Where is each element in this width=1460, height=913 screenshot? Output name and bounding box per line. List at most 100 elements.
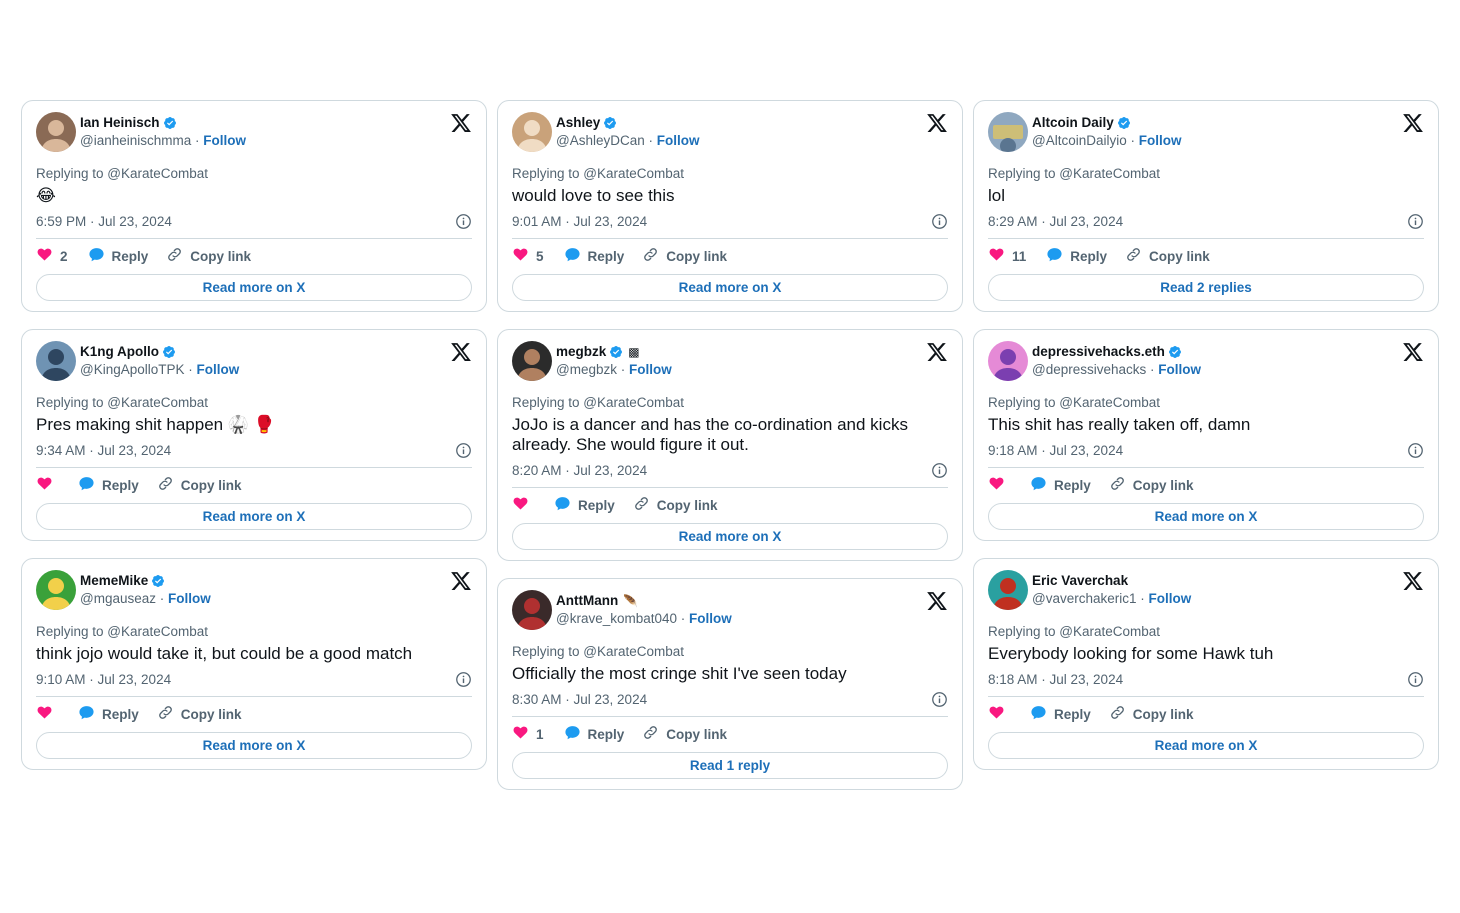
author-handle[interactable]: @KingApolloTPK: [80, 362, 185, 377]
author-handle[interactable]: @ianheinischmma: [80, 133, 191, 148]
replying-to[interactable]: Replying to @KarateCombat: [512, 166, 948, 182]
reply-button[interactable]: Reply: [564, 246, 624, 266]
author-handle[interactable]: @AltcoinDailyio: [1032, 133, 1127, 148]
replying-to[interactable]: Replying to @KarateCombat: [36, 166, 472, 182]
copy-link-button[interactable]: Copy link: [157, 475, 242, 495]
info-icon[interactable]: [931, 691, 948, 708]
info-icon[interactable]: [931, 462, 948, 479]
replying-to[interactable]: Replying to @KarateCombat: [512, 395, 948, 411]
reply-button[interactable]: Reply: [1030, 475, 1091, 495]
info-icon[interactable]: [455, 213, 472, 230]
x-logo-icon[interactable]: [1402, 112, 1424, 134]
copy-link-button[interactable]: Copy link: [157, 704, 242, 724]
avatar[interactable]: [36, 341, 76, 381]
avatar[interactable]: [988, 112, 1028, 152]
read-more-button[interactable]: Read more on X: [36, 503, 472, 530]
replying-to[interactable]: Replying to @KarateCombat: [988, 624, 1424, 640]
info-icon[interactable]: [1407, 213, 1424, 230]
author-handle[interactable]: @mgauseaz: [80, 591, 156, 606]
like-button[interactable]: [988, 475, 1012, 495]
author-name[interactable]: Ashley: [556, 114, 600, 132]
copy-link-button[interactable]: Copy link: [1109, 704, 1194, 724]
author-handle[interactable]: @vaverchakeric1: [1032, 591, 1137, 606]
follow-button[interactable]: Follow: [197, 362, 240, 377]
tweet-timestamp[interactable]: 8:20 AM · Jul 23, 2024: [512, 463, 647, 478]
x-logo-icon[interactable]: [926, 112, 948, 134]
x-logo-icon[interactable]: [450, 112, 472, 134]
like-button[interactable]: [36, 704, 60, 724]
info-icon[interactable]: [931, 213, 948, 230]
like-button[interactable]: [988, 704, 1012, 724]
tweet-timestamp[interactable]: 9:01 AM · Jul 23, 2024: [512, 214, 647, 229]
avatar[interactable]: [988, 341, 1028, 381]
follow-button[interactable]: Follow: [629, 362, 672, 377]
author-name[interactable]: Ian Heinisch: [80, 114, 160, 132]
reply-button[interactable]: Reply: [1046, 246, 1107, 266]
follow-button[interactable]: Follow: [689, 611, 732, 626]
replying-to[interactable]: Replying to @KarateCombat: [36, 395, 472, 411]
read-more-button[interactable]: Read 1 reply: [512, 752, 948, 779]
follow-button[interactable]: Follow: [657, 133, 700, 148]
reply-button[interactable]: Reply: [88, 246, 148, 266]
author-name[interactable]: K1ng Apollo: [80, 343, 159, 361]
info-icon[interactable]: [455, 671, 472, 688]
like-button[interactable]: 2: [36, 246, 68, 266]
reply-button[interactable]: Reply: [78, 704, 139, 724]
like-button[interactable]: 5: [512, 246, 544, 266]
author-handle[interactable]: @megbzk: [556, 362, 617, 377]
author-handle[interactable]: @krave_kombat040: [556, 611, 677, 626]
x-logo-icon[interactable]: [926, 341, 948, 363]
like-button[interactable]: 1: [512, 724, 544, 744]
follow-button[interactable]: Follow: [1158, 362, 1201, 377]
tweet-timestamp[interactable]: 9:18 AM · Jul 23, 2024: [988, 443, 1123, 458]
read-more-button[interactable]: Read more on X: [36, 732, 472, 759]
read-more-button[interactable]: Read 2 replies: [988, 274, 1424, 301]
author-name[interactable]: AnttMann: [556, 592, 618, 610]
reply-button[interactable]: Reply: [1030, 704, 1091, 724]
author-name[interactable]: depressivehacks.eth: [1032, 343, 1165, 361]
follow-button[interactable]: Follow: [203, 133, 246, 148]
copy-link-button[interactable]: Copy link: [642, 246, 727, 266]
author-handle[interactable]: @AshleyDCan: [556, 133, 645, 148]
copy-link-button[interactable]: Copy link: [166, 246, 251, 266]
reply-button[interactable]: Reply: [564, 724, 624, 744]
info-icon[interactable]: [1407, 442, 1424, 459]
info-icon[interactable]: [1407, 671, 1424, 688]
read-more-button[interactable]: Read more on X: [988, 503, 1424, 530]
avatar[interactable]: [512, 590, 552, 630]
copy-link-button[interactable]: Copy link: [633, 495, 718, 515]
copy-link-button[interactable]: Copy link: [642, 724, 727, 744]
author-name[interactable]: Eric Vaverchak: [1032, 572, 1128, 590]
avatar[interactable]: [36, 570, 76, 610]
tweet-timestamp[interactable]: 6:59 PM · Jul 23, 2024: [36, 214, 172, 229]
like-button[interactable]: [36, 475, 60, 495]
follow-button[interactable]: Follow: [168, 591, 211, 606]
author-name[interactable]: Altcoin Daily: [1032, 114, 1114, 132]
info-icon[interactable]: [455, 442, 472, 459]
like-button[interactable]: [512, 495, 536, 515]
tweet-timestamp[interactable]: 9:10 AM · Jul 23, 2024: [36, 672, 171, 687]
avatar[interactable]: [988, 570, 1028, 610]
avatar[interactable]: [512, 112, 552, 152]
reply-button[interactable]: Reply: [554, 495, 615, 515]
replying-to[interactable]: Replying to @KarateCombat: [36, 624, 472, 640]
x-logo-icon[interactable]: [450, 341, 472, 363]
read-more-button[interactable]: Read more on X: [512, 523, 948, 550]
avatar[interactable]: [36, 112, 76, 152]
replying-to[interactable]: Replying to @KarateCombat: [988, 395, 1424, 411]
replying-to[interactable]: Replying to @KarateCombat: [988, 166, 1424, 182]
tweet-timestamp[interactable]: 8:30 AM · Jul 23, 2024: [512, 692, 647, 707]
replying-to[interactable]: Replying to @KarateCombat: [512, 644, 948, 660]
follow-button[interactable]: Follow: [1149, 591, 1192, 606]
author-name[interactable]: megbzk: [556, 343, 606, 361]
x-logo-icon[interactable]: [1402, 570, 1424, 592]
tweet-timestamp[interactable]: 9:34 AM · Jul 23, 2024: [36, 443, 171, 458]
like-button[interactable]: 11: [988, 246, 1026, 266]
x-logo-icon[interactable]: [450, 570, 472, 592]
x-logo-icon[interactable]: [1402, 341, 1424, 363]
copy-link-button[interactable]: Copy link: [1109, 475, 1194, 495]
read-more-button[interactable]: Read more on X: [36, 274, 472, 301]
copy-link-button[interactable]: Copy link: [1125, 246, 1210, 266]
author-handle[interactable]: @depressivehacks: [1032, 362, 1146, 377]
read-more-button[interactable]: Read more on X: [988, 732, 1424, 759]
